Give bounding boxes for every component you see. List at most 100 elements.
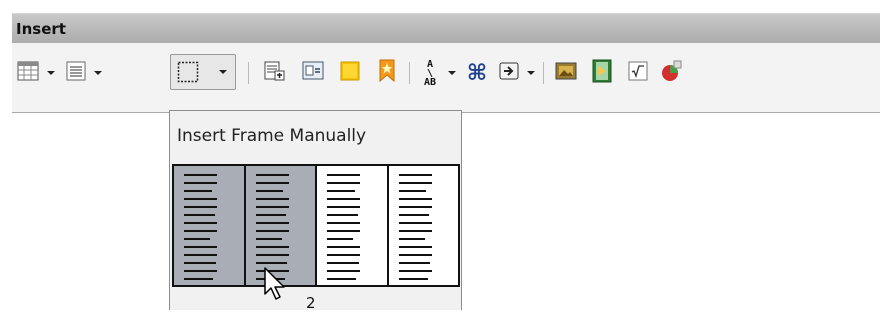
column-text-line	[398, 246, 432, 248]
column-text-line	[184, 238, 211, 240]
column-text-line	[184, 278, 214, 280]
list-icon	[66, 61, 86, 85]
column-text-line	[327, 246, 361, 248]
insert-bookmark-button[interactable]	[374, 59, 400, 87]
column-option-1[interactable]	[174, 166, 246, 285]
column-text-line	[184, 222, 218, 224]
column-text-line	[255, 206, 289, 208]
separator	[543, 62, 544, 84]
column-text-line	[398, 254, 432, 256]
hyperlink-icon	[498, 60, 520, 86]
column-text-line	[398, 174, 432, 176]
column-text-line	[184, 254, 218, 256]
column-text-line	[398, 262, 431, 264]
column-text-line	[327, 278, 357, 280]
column-text-line	[255, 254, 289, 256]
bookmark-icon	[377, 59, 397, 87]
column-text-line	[255, 174, 289, 176]
caption-icon	[264, 60, 286, 86]
hyperlink-button[interactable]	[496, 60, 522, 86]
insert-movie-button[interactable]	[589, 59, 615, 87]
movie-icon	[591, 59, 613, 87]
column-text-line	[255, 182, 289, 184]
insert-table-button[interactable]	[15, 60, 41, 86]
insert-frame-dropdown: Insert Frame Manually 2	[169, 110, 462, 312]
column-text-line	[327, 270, 361, 272]
column-text-line	[184, 270, 218, 272]
column-text-line	[327, 222, 361, 224]
column-text-line	[184, 174, 218, 176]
column-text-line	[255, 238, 282, 240]
special-character-button[interactable]: ⌘	[464, 60, 490, 86]
column-text-line	[398, 182, 432, 184]
column-text-line	[327, 198, 361, 200]
column-text-line	[255, 246, 289, 248]
column-option-3[interactable]	[317, 166, 389, 285]
insert-chart-button[interactable]	[658, 60, 684, 86]
column-text-line	[398, 222, 432, 224]
column-text-line	[184, 262, 216, 264]
frame-icon	[177, 61, 199, 87]
separator	[248, 62, 249, 84]
image-icon	[555, 61, 577, 85]
insert-toolbar: A \ AB ⌘	[12, 43, 880, 113]
column-text-line	[327, 206, 361, 208]
column-text-line	[184, 182, 218, 184]
column-text-line	[255, 262, 288, 264]
column-text-line	[398, 270, 432, 272]
toolbar-titlebar[interactable]: Insert	[12, 13, 880, 43]
column-option-4[interactable]	[389, 166, 459, 285]
selected-columns-count: 2	[306, 294, 316, 312]
insert-formula-button[interactable]	[625, 60, 651, 86]
field-icon	[302, 60, 324, 86]
column-selector[interactable]	[172, 164, 460, 287]
toolbar-title: Insert	[16, 20, 66, 38]
column-text-line	[398, 278, 428, 280]
column-text-line	[398, 214, 430, 216]
column-text-line	[327, 254, 361, 256]
column-text-line	[398, 190, 427, 192]
table-icon	[17, 61, 39, 85]
separator	[409, 62, 410, 84]
column-text-line	[255, 222, 289, 224]
column-text-line	[184, 246, 218, 248]
hyperlink-dropdown-arrow[interactable]	[527, 71, 535, 75]
column-text-line	[327, 214, 358, 216]
fontwork-icon: A \ AB	[423, 58, 437, 88]
column-text-line	[255, 198, 289, 200]
note-icon	[339, 60, 361, 86]
chart-icon	[659, 59, 683, 87]
column-text-line	[184, 198, 218, 200]
fontwork-button[interactable]: A \ AB	[417, 58, 443, 88]
table-dropdown-arrow[interactable]	[47, 71, 55, 75]
dropdown-title: Insert Frame Manually	[177, 126, 367, 146]
column-text-line	[327, 238, 354, 240]
column-text-line	[184, 206, 218, 208]
column-text-line	[184, 214, 215, 216]
column-text-line	[255, 214, 287, 216]
insert-frame-button[interactable]	[170, 54, 236, 90]
column-text-line	[327, 190, 355, 192]
column-text-line	[327, 262, 359, 264]
column-text-line	[327, 174, 361, 176]
column-text-line	[398, 230, 432, 232]
frame-dropdown-arrow[interactable]	[219, 70, 227, 74]
mouse-cursor-icon	[263, 266, 289, 306]
column-text-line	[398, 198, 432, 200]
section-dropdown-arrow[interactable]	[94, 71, 102, 75]
insert-caption-button[interactable]	[262, 60, 288, 86]
insert-field-button[interactable]	[300, 60, 326, 86]
column-text-line	[327, 230, 361, 232]
fontwork-dropdown-arrow[interactable]	[448, 71, 456, 75]
column-text-line	[398, 238, 425, 240]
formula-icon	[628, 61, 648, 85]
column-text-line	[184, 190, 212, 192]
column-text-line	[255, 190, 284, 192]
insert-note-button[interactable]	[337, 60, 363, 86]
column-text-line	[327, 182, 361, 184]
insert-section-button[interactable]	[63, 60, 89, 86]
column-text-line	[184, 230, 218, 232]
insert-image-button[interactable]	[553, 60, 579, 86]
column-text-line	[255, 230, 289, 232]
special-char-icon: ⌘	[466, 60, 488, 86]
